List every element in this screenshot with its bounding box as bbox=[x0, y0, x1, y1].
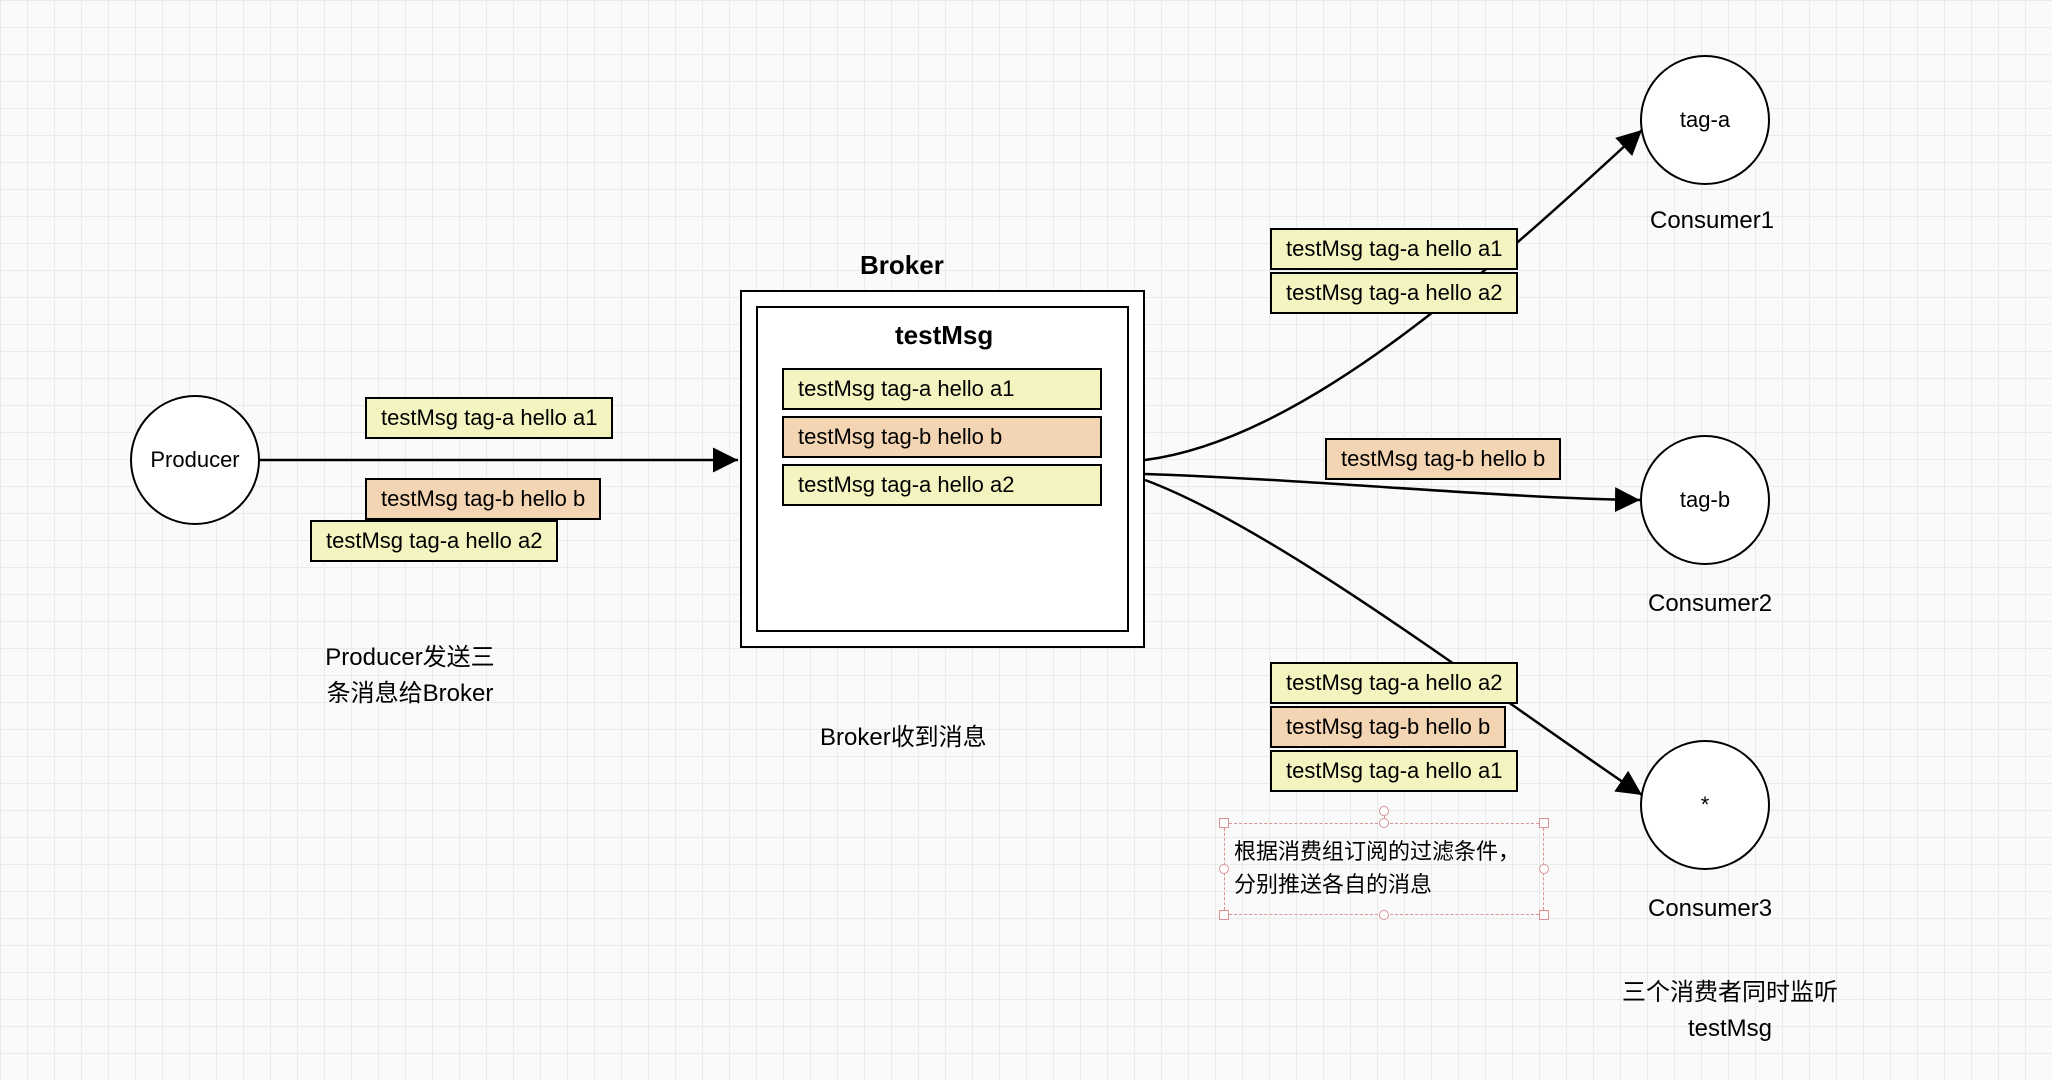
resize-handle-t[interactable] bbox=[1379, 818, 1389, 828]
filter-caption[interactable]: 根据消费组订阅的过滤条件，分别推送各自的消息 bbox=[1234, 835, 1534, 901]
consumer3-msg-1: testMsg tag-a hello a2 bbox=[1270, 662, 1518, 704]
consumer2-node: tag-b bbox=[1640, 435, 1770, 565]
consumer2-msg-1: testMsg tag-b hello b bbox=[1325, 438, 1561, 480]
consumer3-node: * bbox=[1640, 740, 1770, 870]
producer-caption: Producer发送三 条消息给Broker bbox=[300, 640, 520, 712]
consumer3-msg-3: testMsg tag-a hello a1 bbox=[1270, 750, 1518, 792]
rotate-handle-icon[interactable] bbox=[1379, 806, 1389, 816]
resize-handle-b[interactable] bbox=[1379, 910, 1389, 920]
resize-handle-r[interactable] bbox=[1539, 864, 1549, 874]
resize-handle-tl[interactable] bbox=[1219, 818, 1229, 828]
consumer1-node: tag-a bbox=[1640, 55, 1770, 185]
consumer2-label: Consumer2 bbox=[1648, 590, 1772, 618]
consumer1-msg-2: testMsg tag-a hello a2 bbox=[1270, 272, 1518, 314]
broker-caption: Broker收到消息 bbox=[820, 720, 987, 756]
consumers-caption: 三个消费者同时监听 testMsg bbox=[1600, 975, 1860, 1047]
producer-label: Producer bbox=[150, 447, 239, 473]
consumer2-tag: tag-b bbox=[1680, 487, 1730, 513]
producer-msg-1: testMsg tag-a hello a1 bbox=[365, 397, 613, 439]
producer-msg-2: testMsg tag-b hello b bbox=[365, 478, 601, 520]
consumer1-msg-1: testMsg tag-a hello a1 bbox=[1270, 228, 1518, 270]
resize-handle-bl[interactable] bbox=[1219, 910, 1229, 920]
broker-topic-title: testMsg bbox=[895, 320, 993, 351]
producer-node: Producer bbox=[130, 395, 260, 525]
broker-title: Broker bbox=[860, 250, 944, 281]
broker-msg-3: testMsg tag-a hello a2 bbox=[782, 464, 1102, 506]
resize-handle-br[interactable] bbox=[1539, 910, 1549, 920]
broker-msg-1: testMsg tag-a hello a1 bbox=[782, 368, 1102, 410]
consumer1-label: Consumer1 bbox=[1650, 207, 1774, 235]
consumer3-msg-2: testMsg tag-b hello b bbox=[1270, 706, 1506, 748]
producer-msg-3: testMsg tag-a hello a2 bbox=[310, 520, 558, 562]
broker-msg-2: testMsg tag-b hello b bbox=[782, 416, 1102, 458]
consumer1-tag: tag-a bbox=[1680, 107, 1730, 133]
resize-handle-tr[interactable] bbox=[1539, 818, 1549, 828]
resize-handle-l[interactable] bbox=[1219, 864, 1229, 874]
consumer3-label: Consumer3 bbox=[1648, 895, 1772, 923]
consumer3-tag: * bbox=[1701, 792, 1710, 818]
